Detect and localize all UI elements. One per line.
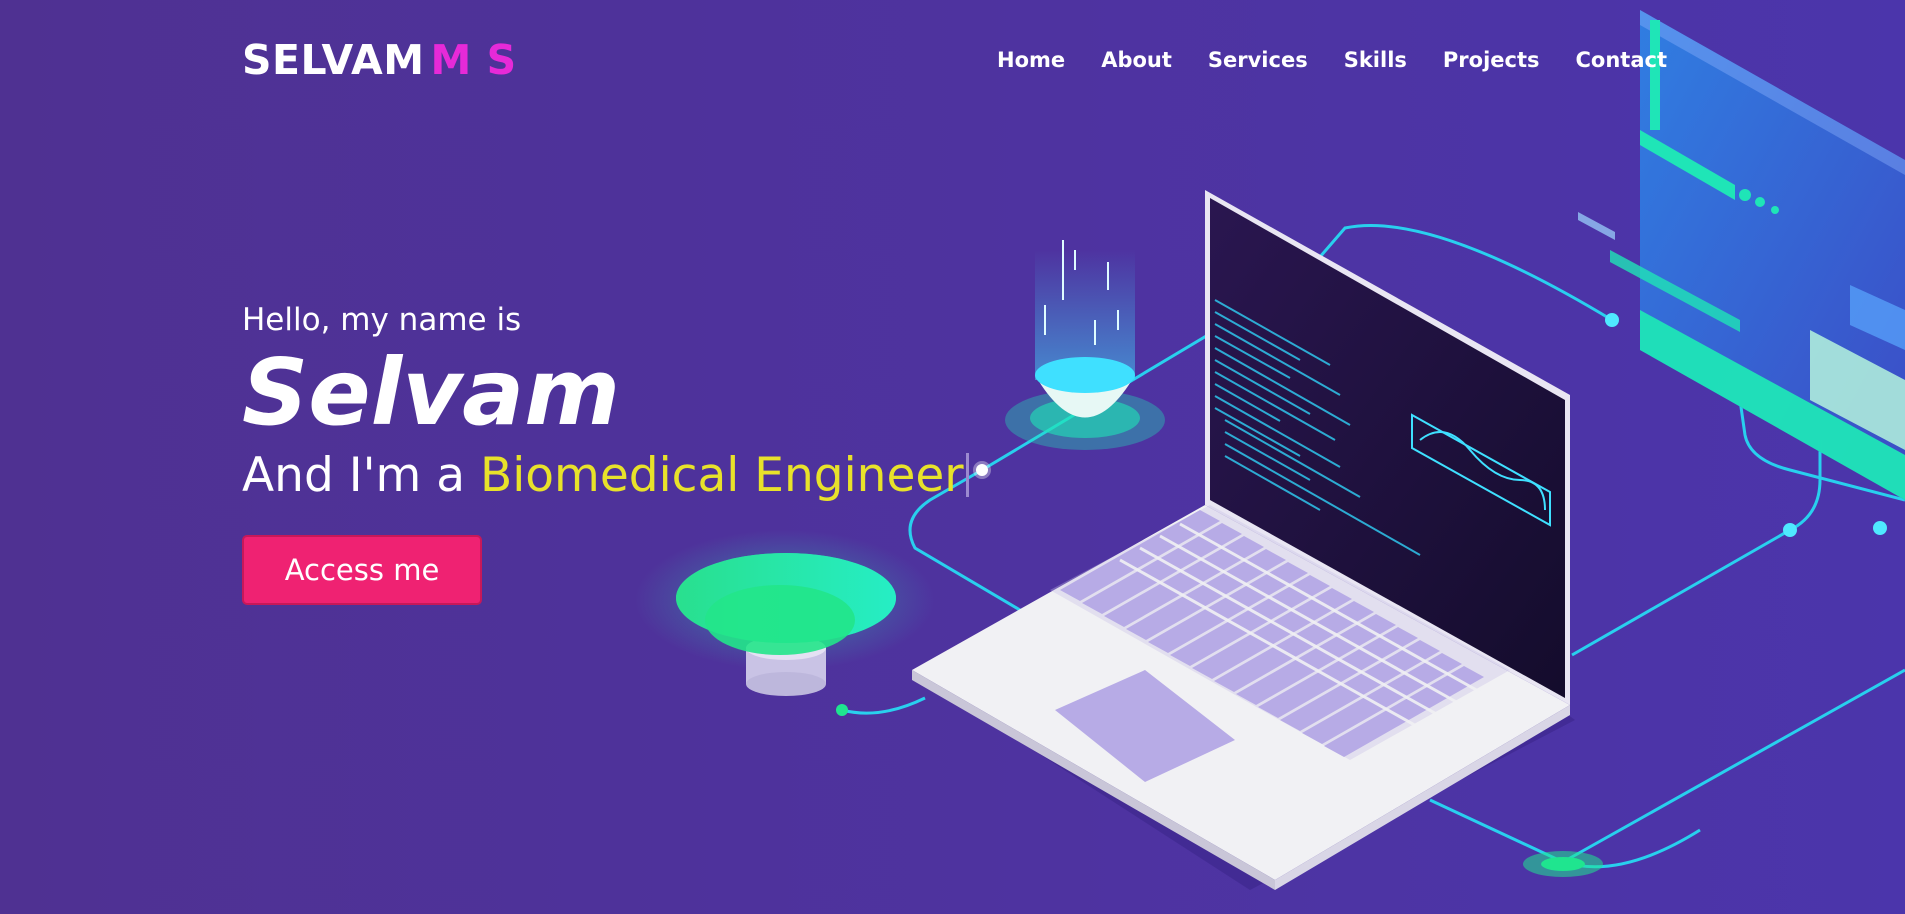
nav-item-projects[interactable]: Projects bbox=[1443, 48, 1540, 72]
access-me-button[interactable]: Access me bbox=[242, 535, 482, 605]
nav-item-services[interactable]: Services bbox=[1208, 48, 1308, 72]
nav-item-home[interactable]: Home bbox=[997, 48, 1065, 72]
hero-role-line: And I'm a Biomedical Engineer bbox=[242, 447, 969, 505]
nav-item-about[interactable]: About bbox=[1101, 48, 1172, 72]
nav-item-skills[interactable]: Skills bbox=[1344, 48, 1407, 72]
brand-name: SELVAM bbox=[242, 36, 425, 84]
hero-section: Hello, my name is Selvam And I'm a Biome… bbox=[242, 300, 969, 605]
nav-item-contact[interactable]: Contact bbox=[1576, 48, 1668, 72]
hero-greeting: Hello, my name is bbox=[242, 302, 522, 338]
hero-name: Selvam bbox=[242, 339, 621, 446]
brand-logo[interactable]: SELVAM M S bbox=[242, 36, 517, 84]
typing-caret bbox=[965, 453, 969, 497]
brand-accent: M S bbox=[430, 36, 517, 84]
nav-menu: Home About Services Skills Projects Cont… bbox=[997, 48, 1667, 72]
hero-role-prefix: And I'm a bbox=[242, 448, 466, 503]
navbar: SELVAM M S Home About Services Skills Pro… bbox=[0, 0, 1905, 125]
hero-role: Biomedical Engineer bbox=[479, 448, 964, 503]
